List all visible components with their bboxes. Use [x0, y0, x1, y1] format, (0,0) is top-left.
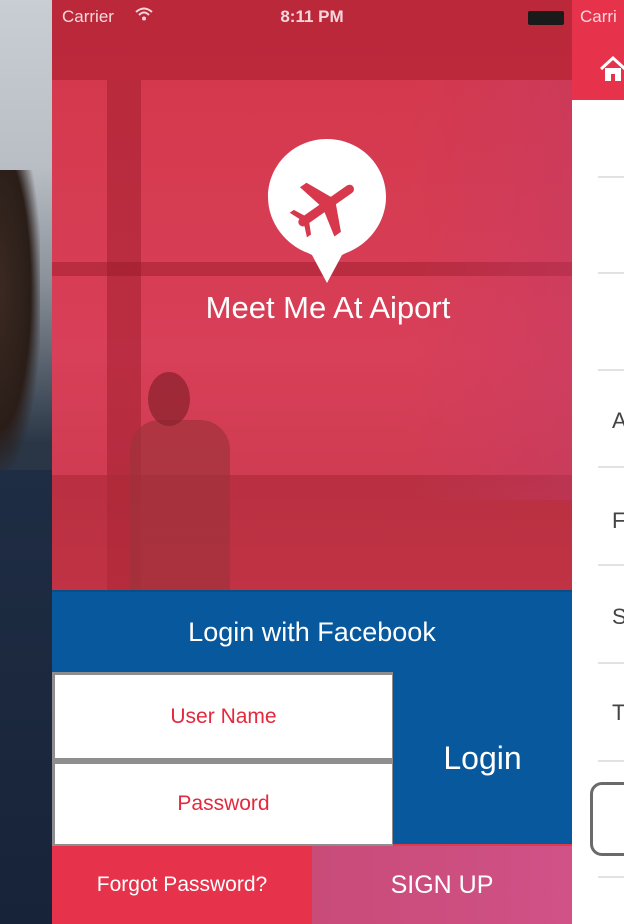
right-row-label: S	[612, 604, 624, 629]
person-photo-hair	[0, 170, 40, 470]
right-row-divider	[598, 369, 624, 371]
login-button[interactable]: Login	[393, 672, 572, 844]
battery-icon	[528, 11, 564, 25]
password-field[interactable]: Password	[55, 764, 392, 844]
app-title: Meet Me At Aiport	[205, 290, 451, 325]
right-row-divider	[598, 466, 624, 468]
right-row-divider	[598, 564, 624, 566]
right-row-label: T	[612, 700, 624, 725]
person-photo-suit	[0, 470, 52, 924]
right-row-divider	[598, 760, 624, 762]
left-preview-panel	[0, 0, 52, 924]
right-row-label: F	[612, 508, 624, 533]
right-input-field[interactable]	[590, 782, 624, 856]
login-with-facebook-button[interactable]: Login with Facebook	[52, 590, 572, 672]
traveler-silhouette-body	[130, 420, 230, 590]
status-bar: Carrier 8:11 PM	[52, 0, 572, 34]
right-row-divider	[598, 272, 624, 274]
right-row-label: A	[612, 408, 624, 433]
right-carrier-label: Carri	[580, 7, 617, 26]
home-icon[interactable]	[598, 54, 624, 84]
right-row-divider	[598, 662, 624, 664]
right-row-divider	[598, 876, 624, 878]
right-row-divider	[598, 176, 624, 178]
right-preview-panel: Carri A F S T	[572, 0, 624, 924]
forgot-password-button[interactable]: Forgot Password?	[52, 846, 312, 924]
login-screen: Carrier 8:11 PM Meet Me At Aiport Login …	[52, 0, 572, 924]
clock: 8:11 PM	[280, 7, 344, 26]
airplane-pin-icon	[264, 135, 390, 287]
right-preview-header: Carri	[572, 0, 624, 100]
username-field[interactable]: User Name	[55, 675, 392, 758]
sign-up-button[interactable]: SIGN UP	[312, 846, 572, 924]
traveler-silhouette-head	[148, 372, 190, 426]
